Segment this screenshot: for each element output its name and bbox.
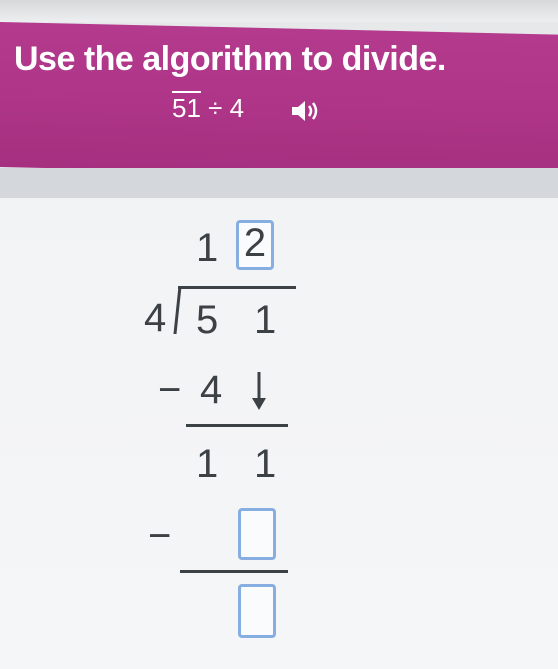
remainder-digit-2: 1 xyxy=(254,442,277,486)
remainder-digit-1: 1 xyxy=(196,442,219,486)
dividend-digit-2: 1 xyxy=(254,298,277,342)
speaker-icon[interactable] xyxy=(290,98,324,124)
expression-dividend: 51 xyxy=(172,93,201,123)
work-area: 1 2 4 5 1 − 4 1 1 − xyxy=(0,198,558,669)
speaker-icon-graphic xyxy=(292,101,318,121)
remainder-answer-box[interactable] xyxy=(238,584,276,638)
division-bar xyxy=(178,286,296,289)
divisor: 4 xyxy=(144,296,167,340)
minus-sign-1: − xyxy=(158,368,182,412)
quotient-digit-2-box[interactable]: 2 xyxy=(236,220,274,270)
minus-sign-2: − xyxy=(148,514,172,558)
prompt-expression: 51 ÷ 4 xyxy=(172,93,244,124)
top-strip xyxy=(0,0,558,22)
division-bracket xyxy=(173,286,182,334)
subtract-digit-1: 4 xyxy=(200,368,223,412)
quotient-digit-1: 1 xyxy=(196,226,219,270)
subtract-answer-box[interactable] xyxy=(238,508,276,560)
prompt-title: Use the algorithm to divide. xyxy=(14,40,446,78)
quotient-digit-2: 2 xyxy=(243,221,267,265)
expression-divisor: 4 xyxy=(229,93,245,123)
divider-band xyxy=(0,168,558,202)
subtraction-line-2 xyxy=(180,570,288,573)
subtraction-line-1 xyxy=(186,424,288,427)
screen: Use the algorithm to divide. 51 ÷ 4 1 2 … xyxy=(0,0,558,669)
dividend-digit-1: 5 xyxy=(196,298,219,342)
down-arrow-icon xyxy=(246,368,272,414)
down-arrow-icon-graphic xyxy=(252,372,266,410)
expression-operator: ÷ xyxy=(208,93,223,123)
